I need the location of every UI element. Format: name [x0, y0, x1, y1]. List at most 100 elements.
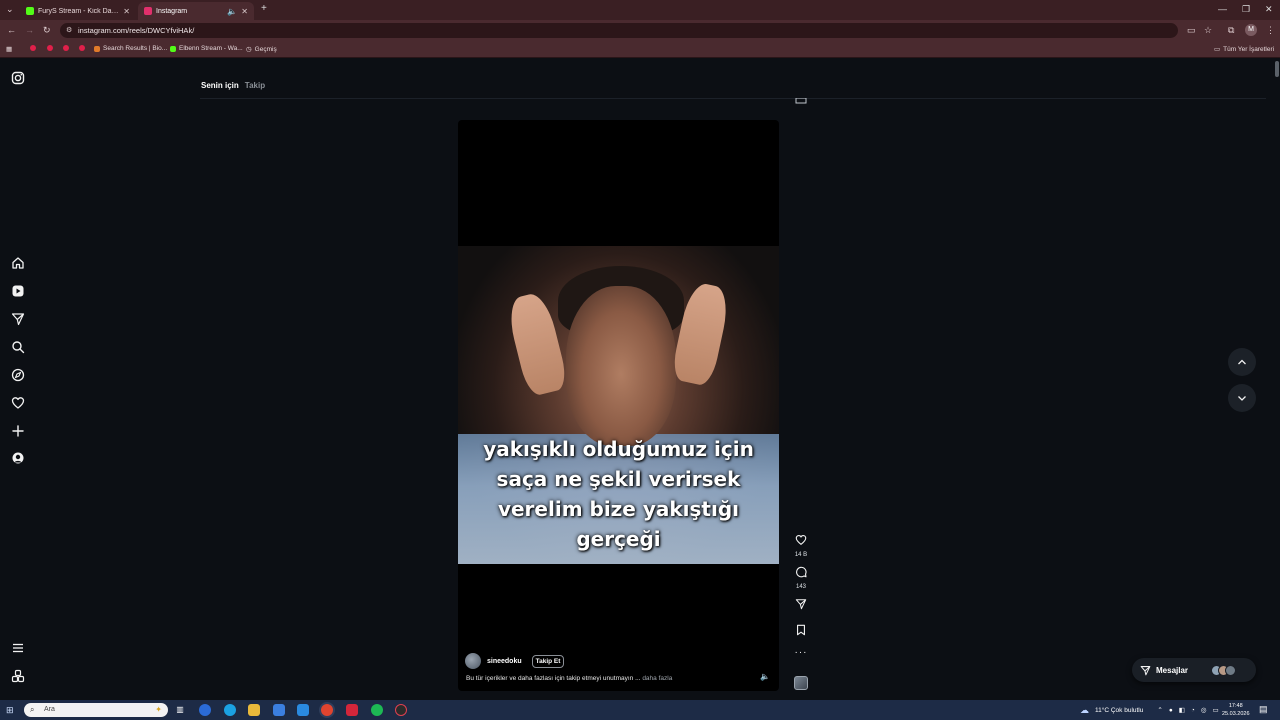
- notifications-heart-icon[interactable]: [11, 396, 25, 410]
- also-from-meta-icon[interactable]: [11, 669, 25, 683]
- bookmark-pin-icon[interactable]: [30, 45, 36, 51]
- profile-avatar[interactable]: M: [1245, 24, 1257, 36]
- reel-video-frame[interactable]: yakışıklı olduğumuz için saça ne şekil v…: [458, 246, 779, 564]
- all-bookmarks[interactable]: ▭ Tüm Yer İşaretleri: [1214, 45, 1274, 54]
- close-window-icon[interactable]: ✕: [1265, 4, 1273, 15]
- chevron-up-icon: [1238, 359, 1246, 365]
- mute-icon[interactable]: 🔈: [760, 672, 770, 681]
- bookmark-pin-icon[interactable]: [47, 45, 53, 51]
- weather-cloud-icon[interactable]: ☁: [1080, 705, 1089, 716]
- system-tray: ☁ 11°C Çok bulutlu ⌃ ● ◧ ◔ ◎ ▭: [1080, 703, 1219, 717]
- share-action[interactable]: [792, 597, 810, 615]
- tab-search-icon[interactable]: ⌄: [6, 4, 14, 15]
- forward-icon[interactable]: →: [25, 25, 34, 35]
- search-icon: ⌕: [30, 705, 35, 714]
- microphone-icon[interactable]: ●: [1169, 707, 1173, 714]
- explore-icon[interactable]: [11, 368, 25, 382]
- instagram-logo-icon[interactable]: [11, 71, 25, 85]
- direct-messages-icon[interactable]: [11, 312, 25, 326]
- close-tab-icon[interactable]: ✕: [123, 7, 130, 16]
- task-view-icon[interactable]: ▥: [174, 704, 186, 716]
- weather-text[interactable]: 11°C Çok bulutlu: [1095, 707, 1143, 714]
- audio-icon[interactable]: 🔈: [227, 7, 237, 16]
- install-app-icon[interactable]: ▭: [1187, 25, 1196, 36]
- bookmark-search-results[interactable]: Search Results | Bio...: [94, 45, 167, 52]
- close-tab-icon[interactable]: ✕: [241, 7, 248, 16]
- comment-icon[interactable]: [795, 566, 807, 578]
- search-highlight-icon: ✦: [155, 705, 162, 714]
- reload-icon[interactable]: ↻: [43, 25, 51, 36]
- windows-taskbar: ⊞ ⌕ Ara ✦ ▥ ☁ 11°C Çok bulutlu ⌃ ● ◧ ◔ ◎…: [0, 700, 1280, 720]
- bookmark-icon[interactable]: [795, 624, 807, 636]
- create-plus-icon[interactable]: [11, 424, 25, 438]
- start-icon[interactable]: ⊞: [6, 705, 16, 715]
- mail-app-icon[interactable]: [346, 704, 358, 716]
- taskbar-clock[interactable]: 17:48 25.03.2026: [1222, 702, 1250, 718]
- tab-divider: [200, 98, 1266, 99]
- new-tab-icon[interactable]: +: [261, 3, 267, 14]
- tab-following[interactable]: Takip: [245, 81, 265, 90]
- reel-top-action[interactable]: [792, 91, 810, 109]
- comment-action[interactable]: 143: [792, 565, 810, 590]
- save-action[interactable]: [792, 623, 810, 641]
- author-username[interactable]: sineedoku: [487, 658, 522, 665]
- bookmark-elbenn-stream[interactable]: Elbenn Stream - Wa...: [170, 45, 243, 52]
- messages-send-icon: [1140, 665, 1151, 675]
- app-icon[interactable]: [395, 704, 407, 716]
- file-explorer-icon[interactable]: [248, 704, 260, 716]
- folder-icon: ▭: [1214, 46, 1221, 53]
- network-icon[interactable]: ◎: [1201, 706, 1207, 714]
- tab-for-you[interactable]: Senin için: [201, 81, 239, 90]
- search-icon[interactable]: [11, 340, 25, 354]
- profile-icon[interactable]: [11, 451, 25, 465]
- previous-reel-button[interactable]: [1228, 348, 1256, 376]
- chrome-icon[interactable]: [321, 704, 333, 716]
- battery-icon[interactable]: ▭: [1213, 706, 1219, 714]
- site-info-icon[interactable]: ⚙: [66, 23, 72, 38]
- tab-kick-dashboard[interactable]: FuryS Stream - Kick Dashboard ✕: [20, 2, 136, 20]
- avatar: [1225, 664, 1237, 676]
- reel-player[interactable]: yakışıklı olduğumuz için saça ne şekil v…: [458, 120, 779, 691]
- notifications-icon[interactable]: ▤: [1259, 704, 1268, 715]
- restore-icon[interactable]: ❐: [1242, 4, 1250, 15]
- outlook-icon[interactable]: [297, 704, 309, 716]
- bookmark-pin-icon[interactable]: [79, 45, 85, 51]
- volume-icon[interactable]: ◔: [1191, 707, 1195, 714]
- edge-icon[interactable]: [224, 704, 236, 716]
- description-text: Bu tür içerikler ve daha fazlası için ta…: [466, 675, 641, 682]
- like-action[interactable]: 14 B: [792, 533, 810, 558]
- scrollbar-thumb[interactable]: [1275, 61, 1279, 77]
- tray-chevron-icon[interactable]: ⌃: [1157, 706, 1162, 714]
- share-icon[interactable]: [795, 598, 807, 610]
- menu-icon[interactable]: ⋮: [1266, 25, 1275, 36]
- page-scrollbar[interactable]: [1274, 59, 1280, 700]
- audio-thumbnail[interactable]: [794, 676, 808, 690]
- like-count: 14 B: [794, 552, 808, 558]
- more-menu-icon[interactable]: [11, 641, 25, 655]
- messages-button[interactable]: Mesajlar: [1132, 658, 1256, 682]
- more-link[interactable]: daha fazla: [642, 675, 672, 682]
- more-options-icon[interactable]: ···: [792, 647, 810, 658]
- bookmark-star-icon[interactable]: ☆: [1204, 25, 1212, 36]
- feed-tabs: Senin için Takip: [201, 81, 265, 90]
- back-icon[interactable]: ←: [7, 25, 16, 35]
- spotify-icon[interactable]: [371, 704, 383, 716]
- bookmark-pin-icon[interactable]: [63, 45, 69, 51]
- tray-app-icon[interactable]: ◧: [1179, 706, 1185, 714]
- like-heart-icon[interactable]: [795, 534, 807, 546]
- apps-icon[interactable]: ▦: [6, 45, 12, 53]
- tab-instagram[interactable]: Instagram 🔈 ✕: [138, 2, 254, 20]
- video-head-shape: [566, 286, 676, 446]
- follow-button[interactable]: Takip Et: [531, 654, 565, 668]
- minimize-icon[interactable]: —: [1218, 4, 1227, 14]
- extensions-icon[interactable]: ⧉: [1228, 25, 1234, 36]
- reels-icon[interactable]: [11, 284, 25, 298]
- author-avatar[interactable]: [465, 653, 481, 669]
- taskbar-search[interactable]: ⌕ Ara ✦: [24, 703, 168, 717]
- copilot-icon[interactable]: [199, 704, 211, 716]
- url-field[interactable]: ⚙ instagram.com/reels/DWCYfviHAk/: [60, 23, 1178, 38]
- home-icon[interactable]: [11, 256, 25, 270]
- store-icon[interactable]: [273, 704, 285, 716]
- next-reel-button[interactable]: [1228, 384, 1256, 412]
- bookmark-history[interactable]: ◷ Geçmiş: [246, 45, 277, 54]
